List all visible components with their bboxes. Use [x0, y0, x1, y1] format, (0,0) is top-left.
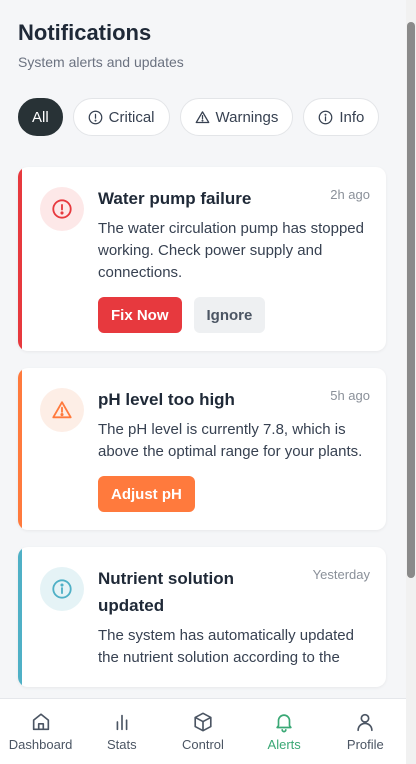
- filter-all-chip[interactable]: All: [18, 98, 63, 136]
- nav-label: Alerts: [267, 737, 301, 752]
- adjust-ph-button[interactable]: Adjust pH: [98, 476, 195, 512]
- user-icon: [357, 713, 374, 732]
- info-circle-icon: [52, 579, 72, 599]
- warning-triangle-icon: [52, 401, 72, 419]
- scrollbar-thumb[interactable]: [407, 22, 415, 578]
- warning-triangle-icon: [195, 110, 209, 123]
- page-title: Notifications: [18, 20, 152, 45]
- filter-label: Critical: [108, 108, 155, 126]
- notification-actions: Fix Now Ignore: [98, 297, 370, 333]
- severity-bar: [18, 547, 22, 687]
- notification-list: Water pump failure 2h ago The water circ…: [0, 167, 406, 687]
- nav-label: Stats: [106, 737, 137, 752]
- notification-time: 5h ago: [330, 388, 370, 403]
- notification-icon-badge: [40, 567, 84, 611]
- filter-label: Warnings: [215, 108, 279, 126]
- filter-bar: All Critical Warnings Info: [0, 98, 406, 136]
- home-icon: [32, 713, 49, 731]
- nav-stats[interactable]: Stats: [83, 711, 161, 752]
- filter-label: Info: [339, 108, 365, 126]
- notification-title: Nutrient solution updated: [98, 569, 234, 615]
- page-header: Notifications System alerts and updates: [0, 0, 406, 70]
- bar-chart-icon: [116, 714, 128, 731]
- nav-label: Profile: [346, 737, 384, 752]
- filter-info-chip[interactable]: Info: [303, 98, 380, 136]
- info-circle-icon: [318, 110, 333, 124]
- notification-body: The water circulation pump has stopped w…: [98, 220, 364, 281]
- bell-icon: [276, 714, 292, 733]
- notification-card[interactable]: Nutrient solution updated Yesterday The …: [18, 547, 386, 687]
- nav-dashboard[interactable]: Dashboard: [2, 711, 80, 752]
- ignore-button[interactable]: Ignore: [193, 297, 266, 333]
- notification-body: The pH level is currently 7.8, which is …: [98, 421, 363, 460]
- fix-now-button[interactable]: Fix Now: [98, 297, 182, 333]
- notification-card[interactable]: pH level too high 5h ago The pH level is…: [18, 368, 386, 530]
- nav-label: Dashboard: [8, 737, 73, 752]
- alert-circle-icon: [88, 110, 103, 124]
- page-subtitle: System alerts and updates: [18, 54, 184, 70]
- notification-icon-badge: [40, 187, 84, 231]
- notification-card[interactable]: Water pump failure 2h ago The water circ…: [18, 167, 386, 351]
- notification-title: pH level too high: [98, 390, 235, 409]
- filter-label: All: [32, 108, 49, 126]
- bottom-nav: Dashboard Stats Control Alerts Profile: [0, 698, 406, 764]
- severity-bar: [18, 167, 22, 351]
- alert-circle-icon: [52, 199, 72, 219]
- severity-bar: [18, 368, 22, 530]
- notifications-screen: Notifications System alerts and updates …: [0, 0, 406, 764]
- nav-alerts[interactable]: Alerts: [245, 711, 323, 752]
- notification-actions: Adjust pH: [98, 476, 370, 512]
- nav-label: Control: [182, 737, 224, 752]
- cube-icon: [194, 712, 212, 732]
- notification-icon-badge: [40, 388, 84, 432]
- notification-title: Water pump failure: [98, 189, 252, 208]
- nav-profile[interactable]: Profile: [326, 711, 404, 752]
- scrollbar[interactable]: [406, 0, 416, 764]
- notification-time: 2h ago: [330, 187, 370, 202]
- filter-warnings-chip[interactable]: Warnings: [179, 98, 294, 136]
- notification-body: The system has automatically updated the…: [98, 627, 354, 666]
- nav-control[interactable]: Control: [164, 711, 242, 752]
- filter-critical-chip[interactable]: Critical: [72, 98, 170, 136]
- notification-time: Yesterday: [312, 567, 370, 582]
